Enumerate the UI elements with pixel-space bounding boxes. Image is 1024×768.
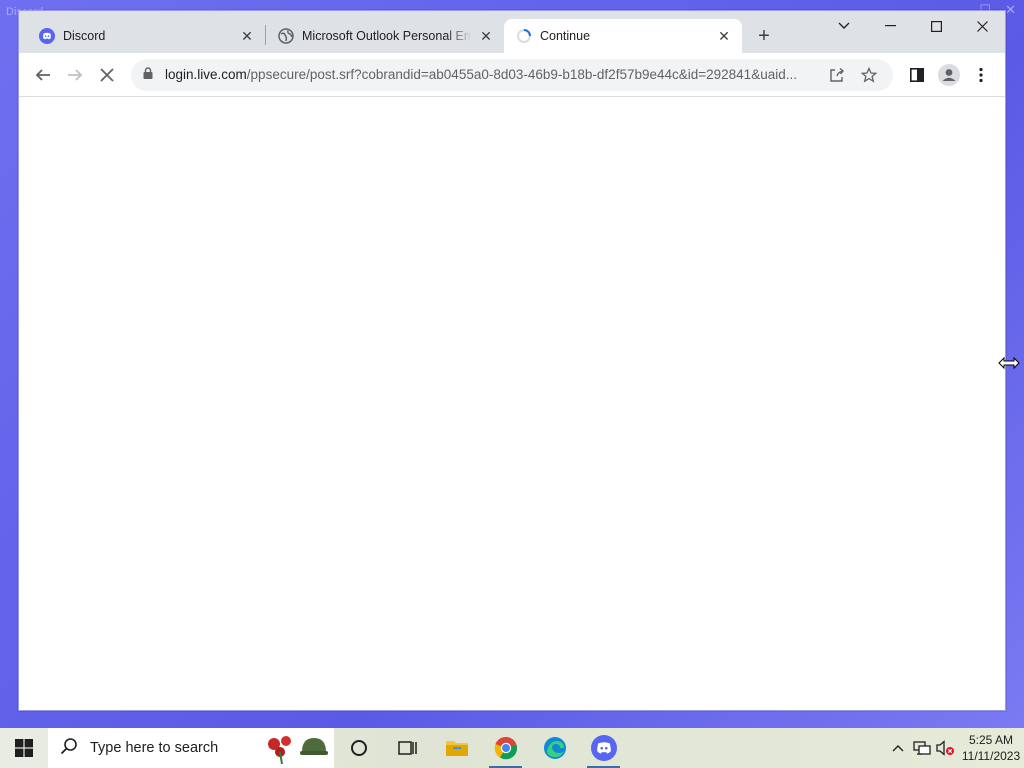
tab-search-icon[interactable]: [821, 11, 867, 41]
url-text[interactable]: login.live.com/ppsecure/post.srf?cobrand…: [165, 67, 821, 82]
background-close-icon: ✕: [1005, 2, 1016, 17]
stop-loading-button[interactable]: [91, 59, 123, 91]
forward-button[interactable]: [59, 59, 91, 91]
browser-toolbar: login.live.com/ppsecure/post.srf?cobrand…: [19, 53, 1005, 97]
close-window-button[interactable]: [959, 11, 1005, 41]
tab-title: Continue: [540, 29, 591, 43]
taskbar-search-box[interactable]: Type here to search: [48, 728, 334, 768]
clock-date: 11/11/2023: [961, 749, 1021, 763]
new-tab-button[interactable]: +: [750, 22, 778, 50]
discord-icon: [39, 28, 55, 44]
cortana-icon[interactable]: [334, 728, 383, 768]
tab-close-icon[interactable]: ✕: [716, 28, 732, 44]
bookmark-star-icon[interactable]: [853, 61, 885, 89]
globe-icon: [278, 28, 294, 44]
tab-close-icon[interactable]: ✕: [239, 28, 255, 44]
tab-close-icon[interactable]: ✕: [478, 28, 494, 44]
tab-title: Discord: [63, 29, 106, 43]
address-bar[interactable]: login.live.com/ppsecure/post.srf?cobrand…: [131, 58, 893, 91]
tab-outlook[interactable]: Microsoft Outlook Personal Email ✕: [266, 19, 504, 53]
clock-time: 5:25 AM: [968, 733, 1014, 747]
edge-taskbar-icon[interactable]: [530, 728, 579, 768]
minimize-button[interactable]: [867, 11, 913, 41]
side-panel-icon[interactable]: [901, 59, 933, 91]
maximize-button[interactable]: [913, 11, 959, 41]
chrome-menu-icon[interactable]: [965, 59, 997, 91]
taskbar-clock[interactable]: 5:25 AM 11/11/2023: [958, 732, 1024, 764]
system-tray: 5:25 AM 11/11/2023: [886, 728, 1024, 768]
start-button[interactable]: [0, 728, 48, 768]
tab-discord[interactable]: Discord ✕: [27, 19, 265, 53]
windows-logo-icon: [15, 739, 33, 757]
share-icon[interactable]: [821, 61, 853, 89]
back-button[interactable]: [27, 59, 59, 91]
network-icon[interactable]: [910, 728, 934, 768]
tab-continue[interactable]: Continue ✕: [504, 19, 742, 53]
volume-muted-icon[interactable]: [934, 728, 958, 768]
page-content-blank: [19, 97, 1005, 710]
window-controls: [821, 11, 1005, 41]
search-placeholder: Type here to search: [90, 740, 219, 756]
chrome-window: Discord ✕ Microsoft Outlook Personal Ema…: [18, 10, 1006, 711]
chevron-up-icon[interactable]: [886, 728, 910, 768]
lock-icon[interactable]: [143, 67, 159, 82]
loading-spinner-icon: [516, 28, 532, 44]
search-icon: [60, 737, 82, 760]
tab-strip: Discord ✕ Microsoft Outlook Personal Ema…: [19, 11, 1005, 53]
task-view-icon[interactable]: [383, 728, 432, 768]
profile-avatar-icon[interactable]: [933, 59, 965, 91]
tab-title: Microsoft Outlook Personal Email: [302, 29, 472, 43]
search-highlight-icon: [264, 732, 328, 764]
chrome-taskbar-icon[interactable]: [481, 728, 530, 768]
url-host: login.live.com: [165, 67, 247, 82]
discord-taskbar-icon[interactable]: [579, 728, 628, 768]
url-path: /ppsecure/post.srf?cobrandid=ab0455a0-8d…: [246, 67, 797, 82]
file-explorer-icon[interactable]: [432, 728, 481, 768]
resize-cursor-icon: [998, 356, 1020, 370]
windows-taskbar: Type here to search 5:25 AM 11/11/2023: [0, 728, 1024, 768]
